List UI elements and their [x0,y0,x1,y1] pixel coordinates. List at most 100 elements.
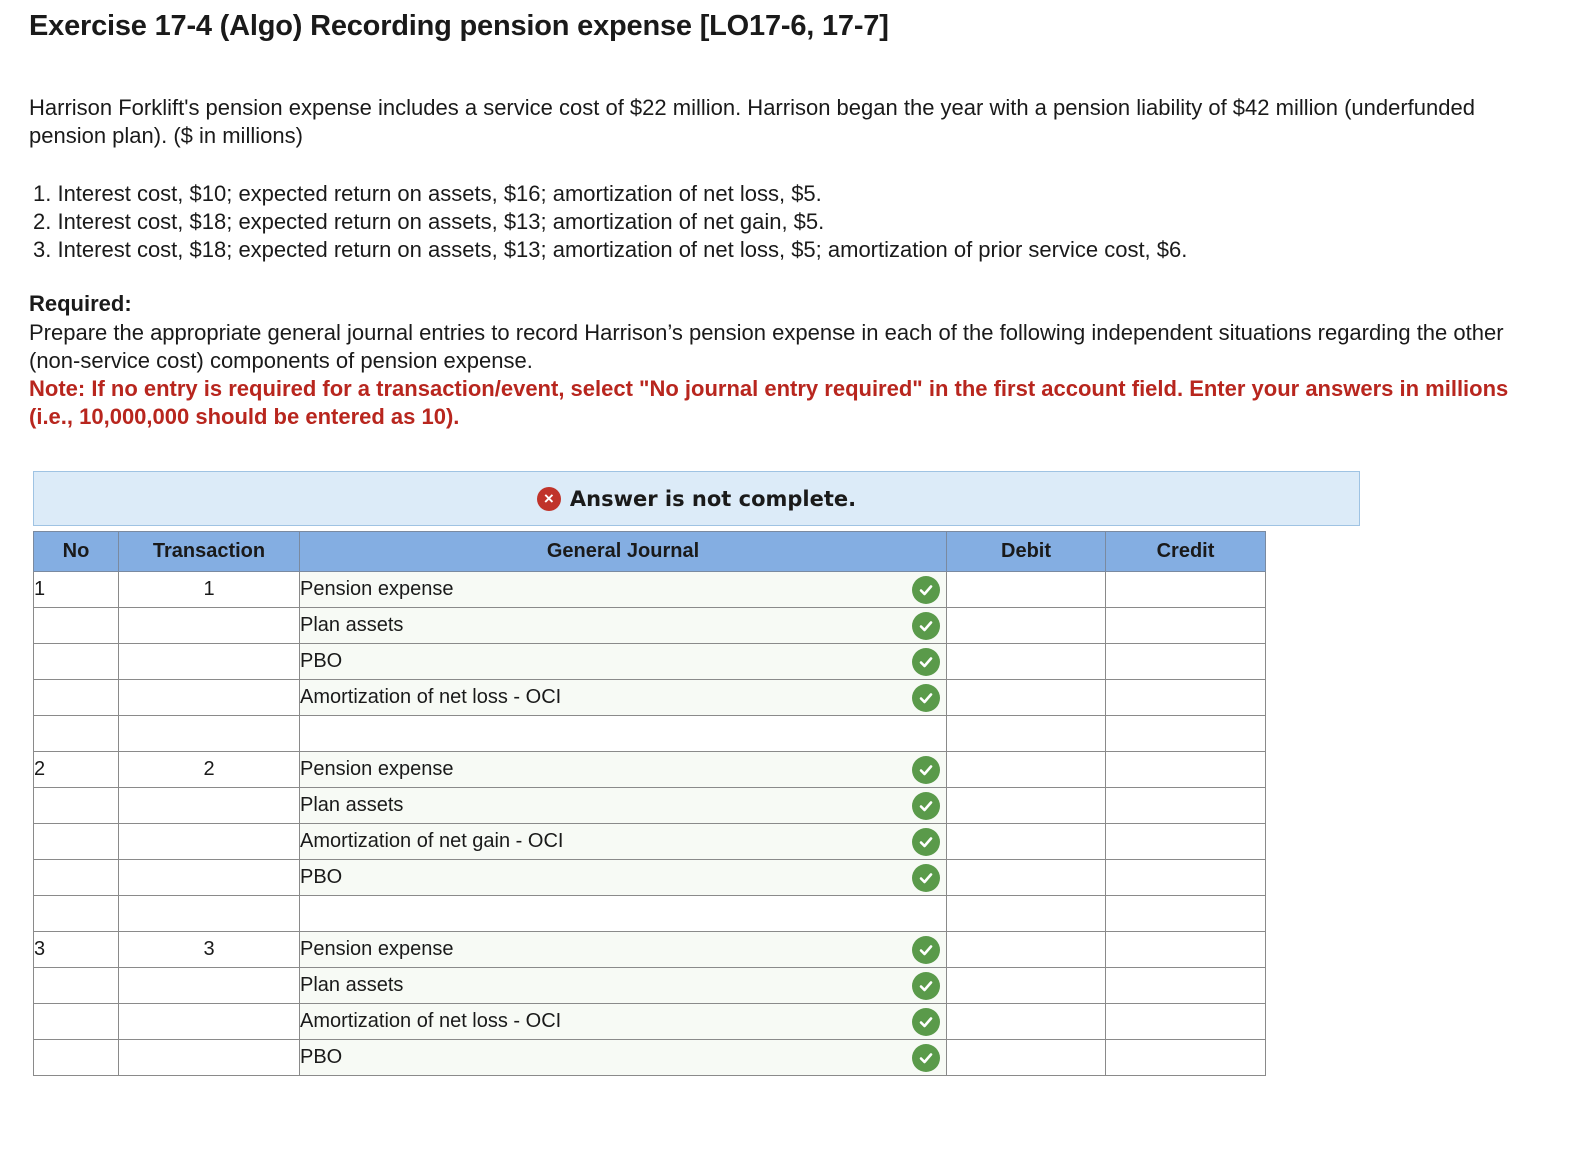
situation-item: 3. Interest cost, $18; expected return o… [33,237,1188,262]
account-name: Plan assets [300,614,404,636]
row-transaction: 3 [118,931,300,968]
header-credit: Credit [1105,531,1266,572]
account-name: Amortization of net loss - OCI [300,686,562,708]
credit-input[interactable] [1105,679,1266,716]
account-name: Plan assets [300,974,404,996]
credit-input[interactable] [1105,751,1266,788]
account-select[interactable]: Pension expense [299,931,947,968]
debit-input[interactable] [946,607,1106,644]
situation-item: 1. Interest cost, $10; expected return o… [33,181,822,206]
table-row: Plan assets [33,607,1266,644]
row-transaction [118,607,300,644]
credit-input[interactable] [1105,895,1266,932]
table-row: Plan assets [33,967,1266,1004]
row-transaction [118,967,300,1004]
header-general-journal: General Journal [299,531,947,572]
row-transaction: 1 [118,571,300,608]
debit-input[interactable] [946,751,1106,788]
debit-input[interactable] [946,679,1106,716]
debit-input[interactable] [946,715,1106,752]
check-circle-icon [912,863,940,892]
check-circle-icon [912,1007,940,1036]
credit-input[interactable] [1105,571,1266,608]
credit-input[interactable] [1105,1003,1266,1040]
credit-input[interactable] [1105,787,1266,824]
row-transaction [118,895,300,932]
debit-input[interactable] [946,931,1106,968]
credit-input[interactable] [1105,823,1266,860]
row-transaction [118,1039,300,1076]
journal-body: 1 1 Pension expense Plan assets PBO Amortizat… [33,571,1266,1076]
credit-input[interactable] [1105,607,1266,644]
account-name: Pension expense [300,938,454,960]
table-row: PBO [33,643,1266,680]
account-select[interactable] [299,715,947,752]
row-number [33,823,119,860]
account-select[interactable]: Pension expense [299,571,947,608]
account-select[interactable]: PBO [299,1039,947,1076]
check-circle-icon [912,755,940,784]
row-transaction: 2 [118,751,300,788]
check-circle-icon [912,575,940,604]
row-number [33,643,119,680]
table-header-row: No Transaction General Journal Debit Cre… [33,531,1266,572]
debit-input[interactable] [946,1039,1106,1076]
row-number: 3 [33,931,119,968]
situation-list: 1. Interest cost, $10; expected return o… [33,180,1187,264]
credit-input[interactable] [1105,715,1266,752]
row-transaction [118,715,300,752]
account-select[interactable]: Plan assets [299,607,947,644]
close-circle-icon: × [536,486,561,511]
situation-item: 2. Interest cost, $18; expected return o… [33,209,825,234]
check-circle-icon [912,647,940,676]
credit-input[interactable] [1105,1039,1266,1076]
row-transaction [118,679,300,716]
account-select[interactable] [299,895,947,932]
debit-input[interactable] [946,787,1106,824]
problem-intro: Harrison Forklift's pension expense incl… [29,95,1475,148]
debit-input[interactable] [946,859,1106,896]
account-select[interactable]: Amortization of net loss - OCI [299,1003,947,1040]
account-select[interactable]: PBO [299,643,947,680]
account-select[interactable]: Pension expense [299,751,947,788]
table-row: 1 1 Pension expense [33,571,1266,608]
credit-input[interactable] [1105,931,1266,968]
row-transaction [118,787,300,824]
row-number [33,715,119,752]
check-circle-icon [912,1043,940,1072]
table-row: Amortization of net gain - OCI [33,823,1266,860]
account-select[interactable]: Amortization of net gain - OCI [299,823,947,860]
debit-input[interactable] [946,895,1106,932]
account-name: Amortization of net loss - OCI [300,1010,562,1032]
answer-status-banner: × Answer is not complete. [33,471,1360,526]
instruction-note: Note: If no entry is required for a tran… [29,376,1509,429]
debit-input[interactable] [946,643,1106,680]
account-name: PBO [300,650,343,672]
header-transaction: Transaction [118,531,300,572]
debit-input[interactable] [946,823,1106,860]
account-name: PBO [300,1046,343,1068]
credit-input[interactable] [1105,967,1266,1004]
row-transaction [118,643,300,680]
table-row: Amortization of net loss - OCI [33,1003,1266,1040]
credit-input[interactable] [1105,643,1266,680]
debit-input[interactable] [946,967,1106,1004]
row-number [33,679,119,716]
account-name: Plan assets [300,794,404,816]
account-select[interactable]: Plan assets [299,787,947,824]
debit-input[interactable] [946,1003,1106,1040]
check-circle-icon [912,935,940,964]
required-heading: Required: [29,291,132,316]
credit-input[interactable] [1105,859,1266,896]
account-select[interactable]: Plan assets [299,967,947,1004]
debit-input[interactable] [946,571,1106,608]
table-row [33,895,1266,932]
answer-status-text: Answer is not complete. [569,486,857,511]
row-number [33,895,119,932]
account-select[interactable]: Amortization of net loss - OCI [299,679,947,716]
account-name: Pension expense [300,758,454,780]
row-number [33,607,119,644]
row-number [33,859,119,896]
account-select[interactable]: PBO [299,859,947,896]
row-number: 2 [33,751,119,788]
